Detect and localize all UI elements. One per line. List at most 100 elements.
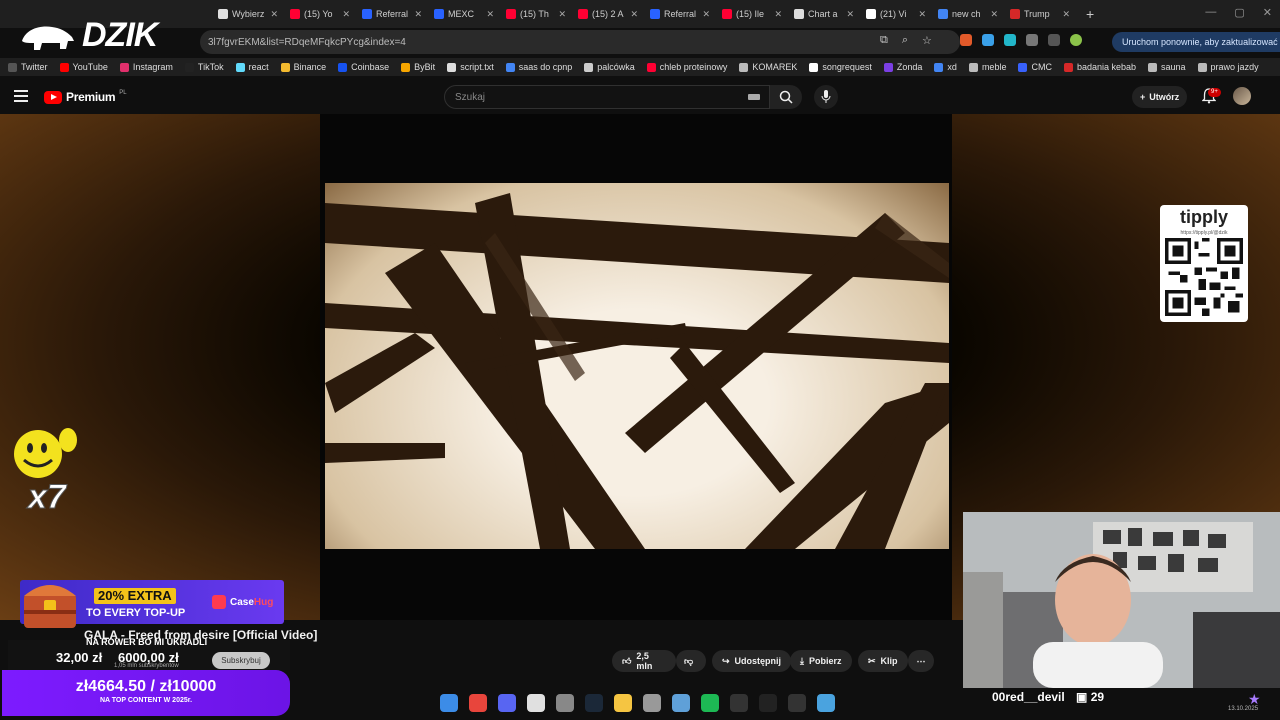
bookmark-label: ByBit	[414, 62, 436, 72]
browser-tab[interactable]: (15) Ile ✕	[716, 3, 788, 25]
tab-close-icon[interactable]: ✕	[702, 9, 710, 20]
install-app-icon[interactable]: ⧉	[880, 34, 888, 47]
bookmark-item[interactable]: meble	[968, 62, 1006, 72]
bookmark-item[interactable]: Coinbase	[338, 62, 389, 72]
search-input[interactable]: Szukaj	[444, 85, 770, 109]
bookmark-item[interactable]: YouTube	[59, 62, 108, 72]
browser-tab[interactable]: (15) Yo ✕	[284, 3, 356, 25]
tab-label: (15) Th	[520, 9, 549, 19]
keyboard-icon[interactable]	[748, 94, 760, 100]
bookmark-item[interactable]: ByBit	[401, 62, 435, 72]
dislike-button[interactable]: 👎︎	[676, 650, 706, 672]
extension-icon[interactable]	[1004, 34, 1016, 46]
tab-favicon-icon	[218, 9, 228, 19]
extension-icon[interactable]	[982, 34, 994, 46]
bookmark-item[interactable]: Zonda	[883, 62, 923, 72]
chrome-icon[interactable]	[469, 694, 487, 712]
bookmark-item[interactable]: CMC	[1018, 62, 1052, 72]
tab-label: MEXC	[448, 9, 475, 19]
discord-icon[interactable]	[498, 694, 516, 712]
browser-tab[interactable]: MEXC ✕	[428, 3, 500, 25]
spotify-icon[interactable]	[701, 694, 719, 712]
download-button[interactable]: ⤓ Pobierz	[790, 650, 852, 672]
bookmark-item[interactable]: TikTok	[184, 62, 224, 72]
share-button[interactable]: ↪ Udostępnij	[712, 650, 792, 672]
tab-close-icon[interactable]: ✕	[558, 9, 566, 20]
browser-tab[interactable]: Trump ✕	[1004, 3, 1076, 25]
bookmark-item[interactable]: KOMAREK	[739, 62, 797, 72]
share-icon: ↪	[722, 655, 730, 666]
browser-tab[interactable]: Referral ✕	[644, 3, 716, 25]
steam-icon[interactable]	[585, 694, 603, 712]
tab-close-icon[interactable]: ✕	[990, 9, 998, 20]
extension-icon[interactable]	[960, 34, 972, 46]
casehug-brand: CaseHug	[212, 595, 273, 609]
browser-tab[interactable]: Wybierz ✕	[212, 3, 284, 25]
windows-start-icon[interactable]	[440, 694, 458, 712]
browser-tab[interactable]: Referral ✕	[356, 3, 428, 25]
epic-icon[interactable]	[788, 694, 806, 712]
bookmark-label: badania kebab	[1076, 62, 1137, 72]
folder-icon[interactable]	[614, 694, 632, 712]
bookmark-item[interactable]: Instagram	[119, 62, 173, 72]
close-window-icon[interactable]: ✕	[1263, 6, 1272, 19]
tab-close-icon[interactable]: ✕	[774, 9, 782, 20]
browser-tab[interactable]: (15) 2 A ✕	[572, 3, 644, 25]
bookmark-item[interactable]: Twitter	[8, 62, 48, 72]
ccleaner-icon[interactable]	[643, 694, 661, 712]
bookmark-item[interactable]: script.txt	[447, 62, 494, 72]
tab-close-icon[interactable]: ✕	[486, 9, 494, 20]
youtube-premium-logo[interactable]: Premium PL	[44, 90, 127, 104]
terminal-icon[interactable]	[730, 694, 748, 712]
bookmark-item[interactable]: prawo jazdy	[1197, 62, 1259, 72]
subscribe-button[interactable]: Subskrybuj	[212, 652, 270, 669]
bookmark-item[interactable]: Binance	[280, 62, 326, 72]
bookmark-item[interactable]: songrequest	[809, 62, 872, 72]
tab-close-icon[interactable]: ✕	[342, 9, 350, 20]
puzzle-icon[interactable]	[1026, 34, 1038, 46]
browser-tab[interactable]: (21) Vi ✕	[860, 3, 932, 25]
notepad-icon[interactable]	[817, 694, 835, 712]
bookmark-item[interactable]: sauna	[1148, 62, 1186, 72]
bookmark-label: Zonda	[896, 62, 923, 72]
zoom-icon[interactable]: ⌕	[902, 34, 908, 47]
create-button[interactable]: + Utwórz	[1132, 86, 1188, 108]
video-frame[interactable]	[325, 183, 949, 549]
browser-tab[interactable]: Chart a ✕	[788, 3, 860, 25]
avatar[interactable]	[1233, 87, 1251, 105]
browser-tab[interactable]: (15) Th ✕	[500, 3, 572, 25]
browser-tab[interactable]: new ch ✕	[932, 3, 1004, 25]
bookmark-star-icon[interactable]: ☆	[922, 34, 932, 47]
bookmark-item[interactable]: chleb proteinowy	[646, 62, 727, 72]
new-tab-icon[interactable]: +	[1086, 6, 1094, 22]
voice-search-button[interactable]	[814, 85, 838, 109]
minimize-icon[interactable]: —	[1205, 6, 1216, 19]
maximize-icon[interactable]: ▢	[1234, 6, 1244, 19]
address-bar[interactable]: 3l7fgvrEKM&list=RDqeMFqkcPYcg&index=4	[200, 30, 960, 54]
hamburger-menu-icon[interactable]	[14, 90, 28, 102]
app-icon[interactable]	[527, 694, 545, 712]
search-button[interactable]	[770, 85, 802, 109]
tab-close-icon[interactable]: ✕	[1062, 9, 1070, 20]
bookmark-item[interactable]: xd	[934, 62, 957, 72]
more-actions-button[interactable]: ⋯	[908, 650, 934, 672]
bookmark-item[interactable]: saas do cpnp	[505, 62, 572, 72]
tool-icon[interactable]	[672, 694, 690, 712]
bridge-girders-image	[325, 193, 949, 549]
tab-close-icon[interactable]: ✕	[630, 9, 638, 20]
bookmark-item[interactable]: react	[235, 62, 269, 72]
like-button[interactable]: 👍︎ 2,5 mln	[612, 650, 676, 672]
tab-close-icon[interactable]: ✕	[918, 9, 926, 20]
tab-close-icon[interactable]: ✕	[414, 9, 422, 20]
update-button[interactable]: Uruchom ponownie, aby zaktualizować ⋮	[1112, 32, 1280, 52]
tab-close-icon[interactable]: ✕	[270, 9, 278, 20]
tab-close-icon[interactable]: ✕	[846, 9, 854, 20]
clip-button[interactable]: ✂ Klip	[858, 650, 908, 672]
profile-icon[interactable]	[1070, 34, 1082, 46]
bookmark-favicon-icon	[119, 62, 129, 72]
bookmark-item[interactable]: palcówka	[584, 62, 635, 72]
xbox-icon[interactable]	[556, 694, 574, 712]
obs-icon[interactable]	[759, 694, 777, 712]
bookmark-item[interactable]: badania kebab	[1063, 62, 1137, 72]
reading-list-icon[interactable]	[1048, 34, 1060, 46]
